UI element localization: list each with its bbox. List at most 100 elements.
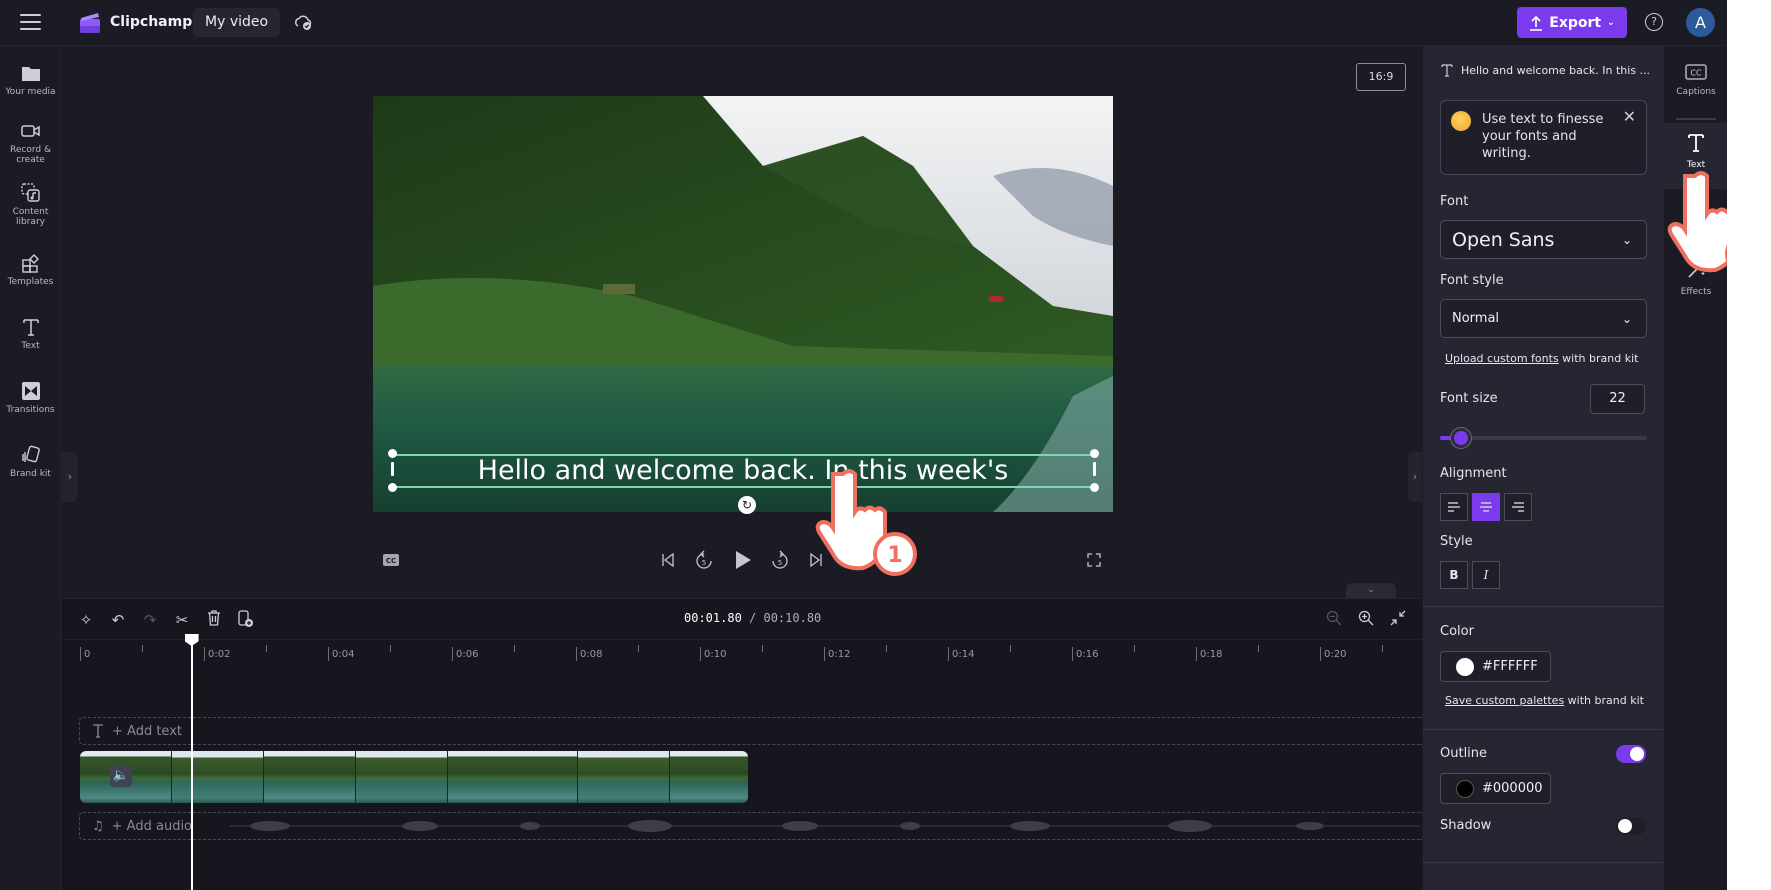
sidebar-item-brand-kit[interactable]: Brand kit	[0, 444, 61, 479]
forward-5s-button[interactable]: 5	[768, 548, 792, 572]
expand-right-panel-button[interactable]: ›	[1408, 452, 1422, 502]
align-center-button[interactable]	[1472, 493, 1500, 521]
sidebar-item-templates[interactable]: Templates	[0, 252, 61, 287]
divider	[1423, 606, 1663, 607]
fullscreen-button[interactable]	[1084, 548, 1104, 572]
redo-icon[interactable]: ↷	[140, 610, 160, 630]
play-button[interactable]	[730, 548, 756, 572]
ruler-minor-tick	[1382, 645, 1383, 652]
add-text-track[interactable]: + Add text	[79, 717, 1422, 745]
aspect-ratio-button[interactable]: 16:9	[1356, 63, 1406, 91]
add-to-timeline-icon[interactable]	[236, 610, 256, 630]
effects-icon	[1688, 261, 1705, 278]
add-audio-track[interactable]: ♫ + Add audio	[79, 812, 1422, 840]
timeline-ruler[interactable]: 0 0:02 0:04 0:06 0:08 0:10 0:12 0:14 0:16 0:18 0:2…	[62, 639, 1422, 665]
ruler-label: 0:20	[1324, 649, 1347, 660]
tip-card: Use text to finesse your fonts and writi…	[1440, 100, 1647, 175]
resize-handle-bottom-left[interactable]	[388, 483, 397, 492]
left-sidebar: Your media Record & create Content libra…	[0, 46, 61, 890]
outline-toggle[interactable]	[1616, 745, 1646, 763]
cloud-saved-icon[interactable]	[293, 12, 313, 32]
export-button[interactable]: Export ⌄	[1517, 7, 1627, 38]
rotate-handle-icon[interactable]: ↻	[738, 496, 756, 514]
tab-text[interactable]: Text	[1664, 123, 1727, 189]
align-right-button[interactable]	[1504, 493, 1532, 521]
sidebar-item-label: Your media	[5, 87, 56, 97]
sidebar-item-transitions[interactable]: Transitions	[0, 380, 61, 415]
close-icon[interactable]: ✕	[1623, 107, 1636, 126]
speaker-icon[interactable]: 🔈	[110, 765, 132, 787]
ruler-tick	[1072, 647, 1073, 661]
resize-handle-top-right[interactable]	[1090, 449, 1099, 458]
resize-handle-top-left[interactable]	[388, 449, 397, 458]
menu-icon[interactable]	[20, 14, 41, 30]
resize-handle-left[interactable]	[391, 462, 394, 476]
outline-color-button[interactable]: #000000	[1440, 773, 1551, 804]
align-left-button[interactable]	[1440, 493, 1468, 521]
sidebar-item-your-media[interactable]: Your media	[0, 62, 61, 97]
font-style-dropdown[interactable]: Normal ⌄	[1440, 299, 1647, 338]
total-time: 00:10.80	[763, 611, 822, 625]
font-size-input[interactable]: 22	[1590, 384, 1645, 414]
collapse-timeline-button[interactable]: ⌄	[1346, 583, 1396, 598]
help-icon[interactable]: ?	[1645, 13, 1663, 31]
sidebar-item-label: Record & create	[10, 145, 51, 165]
skip-to-end-button[interactable]	[804, 548, 828, 572]
ruler-tick	[80, 647, 81, 661]
resize-handle-bottom-right[interactable]	[1090, 483, 1099, 492]
video-clip[interactable]: 🔈	[80, 751, 748, 803]
save-custom-palettes-link[interactable]: Save custom palettes	[1445, 694, 1564, 707]
font-dropdown[interactable]: Open Sans ⌄	[1440, 220, 1647, 259]
playhead[interactable]	[190, 634, 193, 890]
tab-filters[interactable]	[1664, 193, 1727, 243]
fit-to-screen-icon[interactable]	[1388, 610, 1408, 630]
ai-magic-icon[interactable]: ✧	[76, 610, 96, 630]
captions-toggle-button[interactable]: CC	[381, 548, 401, 572]
alignment-label: Alignment	[1440, 466, 1507, 481]
tab-label: Text	[1686, 160, 1706, 170]
tab-captions[interactable]: CC Captions	[1664, 56, 1727, 116]
fullscreen-icon	[1087, 553, 1101, 567]
caption-text[interactable]: Hello and welcome back. In this week's	[392, 456, 1094, 486]
tab-effects[interactable]: Effects	[1664, 254, 1727, 314]
text-color-button[interactable]: #FFFFFF	[1440, 651, 1551, 682]
ruler-label: 0:12	[828, 649, 851, 660]
text-icon	[22, 319, 39, 336]
captions-icon: CC	[383, 554, 399, 566]
clip-thumbnail	[578, 751, 670, 803]
upload-icon	[1530, 15, 1543, 31]
selected-text-preview: Hello and welcome back. In this ...	[1461, 64, 1651, 77]
avatar[interactable]: A	[1686, 8, 1715, 37]
sidebar-item-text[interactable]: Text	[0, 316, 61, 351]
svg-text:5: 5	[778, 559, 782, 567]
delete-icon[interactable]	[204, 610, 224, 630]
split-scissors-icon[interactable]: ✂	[172, 610, 192, 630]
chevron-down-icon: ⌄	[1621, 232, 1632, 247]
toggle-knob	[1630, 747, 1644, 761]
italic-button[interactable]: I	[1472, 561, 1500, 589]
rewind-5s-button[interactable]: 5	[692, 548, 716, 572]
toggle-knob	[1618, 819, 1632, 833]
caption-text-box[interactable]: Hello and welcome back. In this week's	[392, 454, 1094, 488]
slider-knob[interactable]	[1450, 428, 1471, 448]
undo-icon[interactable]: ↶	[108, 610, 128, 630]
resize-handle-right[interactable]	[1093, 462, 1096, 476]
tab-label: Captions	[1676, 87, 1716, 97]
project-name-field[interactable]: My video	[193, 8, 281, 37]
ruler-tick	[1320, 647, 1321, 661]
zoom-out-icon[interactable]	[1324, 610, 1344, 630]
expand-left-panel-button[interactable]: ›	[62, 452, 78, 502]
skip-to-start-button[interactable]	[656, 548, 680, 572]
palette-suffix: with brand kit	[1564, 694, 1644, 707]
font-size-slider[interactable]	[1440, 428, 1647, 448]
sidebar-item-content-library[interactable]: Content library	[0, 182, 61, 227]
sidebar-item-label: Brand kit	[10, 469, 51, 479]
zoom-in-icon[interactable]	[1356, 610, 1376, 630]
upload-custom-fonts-link[interactable]: Upload custom fonts	[1445, 352, 1559, 365]
ruler-label: 0:08	[580, 649, 603, 660]
video-preview[interactable]	[373, 96, 1113, 512]
ruler-label: 0:18	[1200, 649, 1223, 660]
bold-button[interactable]: B	[1440, 561, 1468, 589]
shadow-toggle[interactable]	[1616, 817, 1646, 835]
sidebar-item-record-create[interactable]: Record & create	[0, 120, 61, 165]
